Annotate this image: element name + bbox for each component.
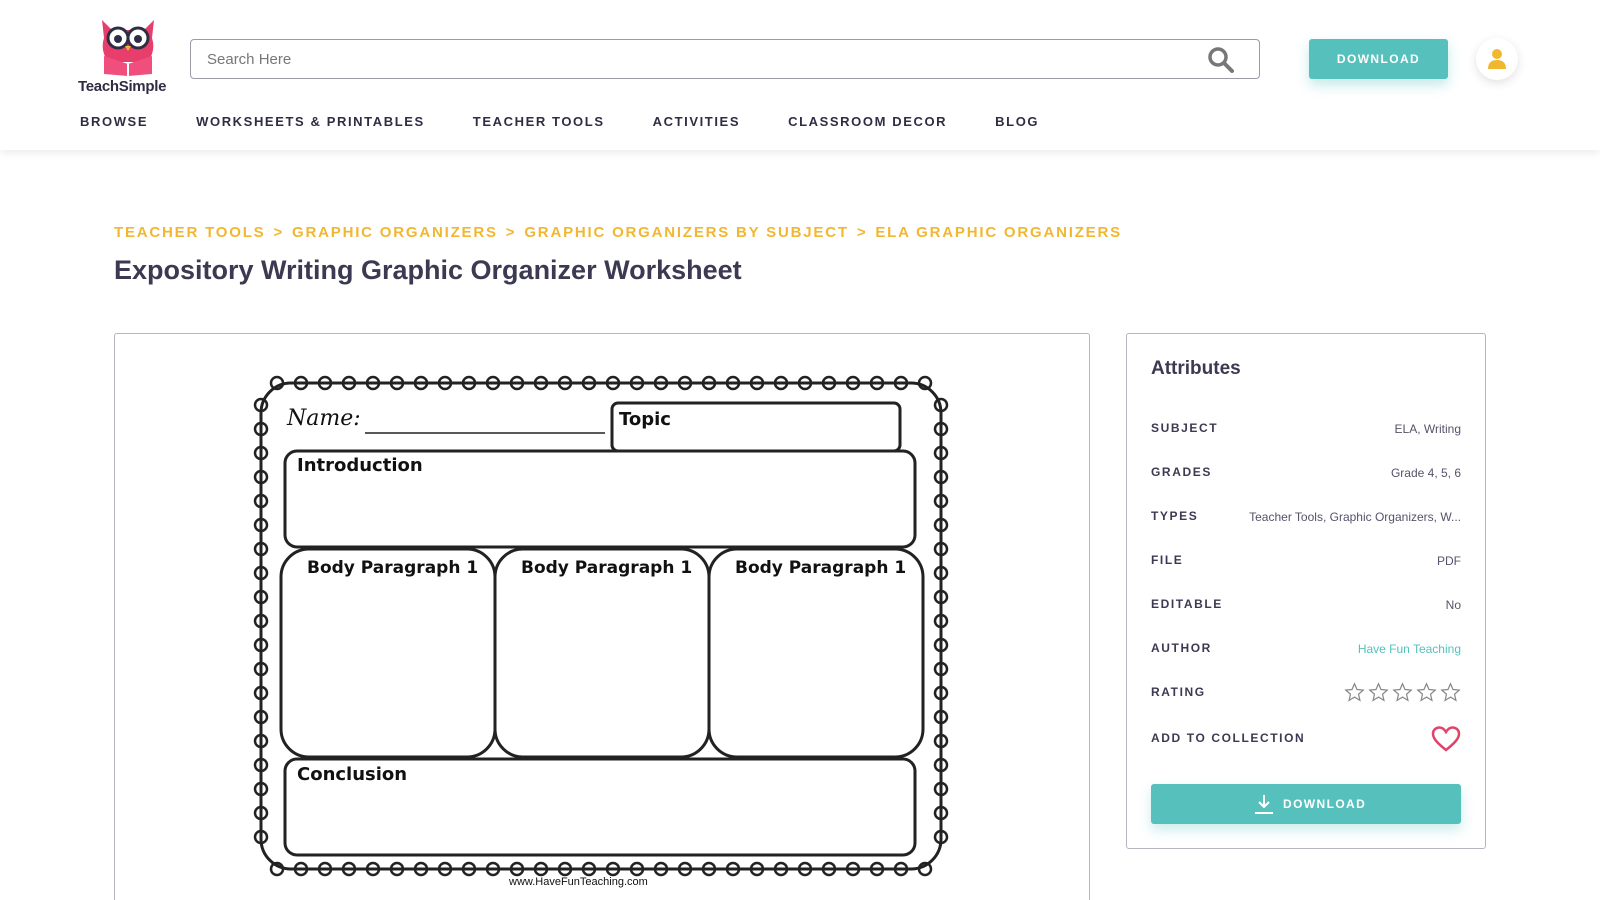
attribute-label: RATING — [1151, 685, 1206, 699]
breadcrumb-separator: > — [273, 224, 285, 241]
attribute-value: PDF — [1437, 554, 1461, 568]
owl-logo-icon — [102, 20, 154, 76]
attribute-label: FILE — [1151, 553, 1184, 567]
worksheet-image: Name: Topic Introduction Body Paragraph … — [253, 375, 949, 888]
search-input[interactable] — [207, 40, 1157, 78]
attributes-panel: Attributes SUBJECT ELA, Writing GRADES G… — [1126, 333, 1486, 849]
breadcrumb-item[interactable]: ELA GRAPHIC ORGANIZERS — [875, 224, 1122, 241]
nav-item-worksheets[interactable]: WORKSHEETS & PRINTABLES — [196, 114, 425, 129]
attribute-label: ADD TO COLLECTION — [1151, 731, 1306, 745]
breadcrumb-separator: > — [856, 224, 868, 241]
attribute-label: AUTHOR — [1151, 641, 1212, 655]
attribute-grades: GRADES Grade 4, 5, 6 — [1151, 465, 1461, 485]
attribute-label: EDITABLE — [1151, 597, 1223, 611]
attributes-title: Attributes — [1151, 358, 1241, 379]
search-bar[interactable] — [190, 39, 1260, 79]
header-download-button[interactable]: DOWNLOAD — [1309, 39, 1448, 79]
breadcrumb-separator: > — [505, 224, 517, 241]
breadcrumb-item[interactable]: GRAPHIC ORGANIZERS BY SUBJECT — [524, 224, 848, 241]
star-icon[interactable] — [1392, 682, 1413, 703]
nav-item-activities[interactable]: ACTIVITIES — [653, 114, 741, 129]
attribute-value: No — [1445, 598, 1461, 612]
user-icon — [1488, 49, 1506, 69]
attribute-editable: EDITABLE No — [1151, 597, 1461, 617]
star-icon[interactable] — [1344, 682, 1365, 703]
star-icon[interactable] — [1368, 682, 1389, 703]
author-link[interactable]: Have Fun Teaching — [1358, 642, 1461, 656]
body-paragraph-label: Body Paragraph 1 — [521, 558, 692, 578]
attribute-collection: ADD TO COLLECTION — [1151, 726, 1461, 752]
nav-item-browse[interactable]: BROWSE — [80, 114, 148, 129]
breadcrumb-item[interactable]: GRAPHIC ORGANIZERS — [292, 224, 498, 241]
attribute-label: GRADES — [1151, 465, 1212, 479]
attribute-subject: SUBJECT ELA, Writing — [1151, 421, 1461, 441]
worksheet-footer: www.HaveFunTeaching.com — [508, 876, 648, 888]
star-icon[interactable] — [1440, 682, 1461, 703]
nav-item-blog[interactable]: BLOG — [995, 114, 1039, 129]
breadcrumb: TEACHER TOOLS > GRAPHIC ORGANIZERS > GRAPHIC… — [114, 224, 1122, 241]
body-paragraph-label: Body Paragraph 1 — [307, 558, 478, 578]
attribute-types: TYPES Teacher Tools, Graphic Organizers,… — [1151, 509, 1461, 529]
attribute-value: Grade 4, 5, 6 — [1390, 466, 1461, 480]
body-paragraph-label: Body Paragraph 1 — [735, 558, 906, 578]
page-title: Expository Writing Graphic Organizer Wor… — [114, 255, 742, 285]
conclusion-label: Conclusion — [297, 764, 407, 785]
logo-text: TeachSimple — [78, 78, 167, 95]
attribute-file: FILE PDF — [1151, 553, 1461, 573]
nav-item-teacher-tools[interactable]: TEACHER TOOLS — [473, 114, 605, 129]
download-button[interactable]: DOWNLOAD — [1151, 784, 1461, 824]
heart-icon[interactable] — [1431, 725, 1461, 753]
teachsimple-logo[interactable]: TeachSimple — [78, 16, 178, 100]
topic-label: Topic — [619, 409, 671, 430]
breadcrumb-item[interactable]: TEACHER TOOLS — [114, 224, 265, 241]
attribute-label: SUBJECT — [1151, 421, 1219, 435]
name-label: Name: — [286, 406, 361, 431]
download-button-label: DOWNLOAD — [1283, 797, 1367, 811]
nav-item-classroom-decor[interactable]: CLASSROOM DECOR — [788, 114, 947, 129]
main-nav: BROWSE WORKSHEETS & PRINTABLES TEACHER T… — [80, 114, 1087, 129]
attribute-author: AUTHOR Have Fun Teaching — [1151, 641, 1461, 661]
download-icon — [1255, 795, 1273, 814]
worksheet-preview: Name: Topic Introduction Body Paragraph … — [114, 333, 1090, 900]
search-icon[interactable] — [1207, 46, 1235, 74]
introduction-label: Introduction — [297, 455, 423, 476]
attribute-value: ELA, Writing — [1394, 422, 1461, 436]
rating-stars[interactable] — [1344, 682, 1461, 703]
user-account-button[interactable] — [1476, 38, 1518, 80]
attribute-value: Teacher Tools, Graphic Organizers, W... — [1249, 510, 1461, 524]
star-icon[interactable] — [1416, 682, 1437, 703]
attribute-label: TYPES — [1151, 509, 1199, 523]
site-header: TeachSimple DOWNLOAD BROWSE WORKSHEETS &… — [0, 0, 1600, 150]
attribute-rating: RATING — [1151, 682, 1461, 705]
